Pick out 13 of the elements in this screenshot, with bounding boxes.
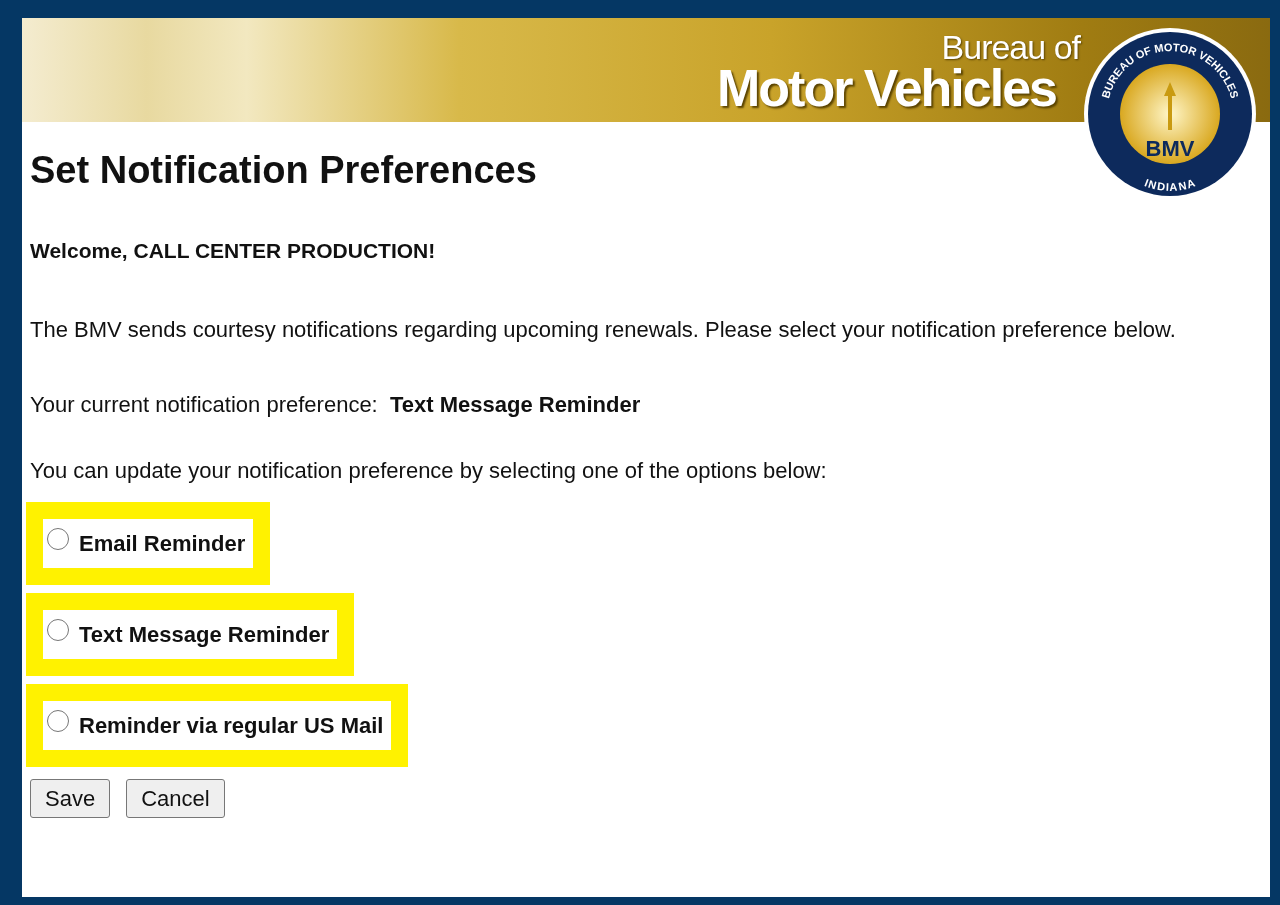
current-preference-label: Your current notification preference: [30,392,378,418]
radio-button[interactable] [47,619,69,642]
options-prompt: You can update your notification preference by selecting one of the options below: [30,456,828,485]
radio-button[interactable] [47,528,69,551]
page-title: Set Notification Preferences [30,148,537,193]
intro-paragraph: The BMV sends courtesy notifications regarding upcoming renewals. Please select your notification preference below. [30,316,1177,345]
welcome-message: Welcome, CALL CENTER PRODUCTION! [30,237,437,264]
current-preference-value: Text Message Reminder [389,392,641,418]
save-button[interactable]: Save [30,778,111,818]
radio-button[interactable] [47,710,69,733]
cancel-button[interactable]: Cancel [126,778,225,818]
banner-title: Bureau of [941,30,1080,64]
banner-title: Motor Vehicles [717,62,1056,114]
